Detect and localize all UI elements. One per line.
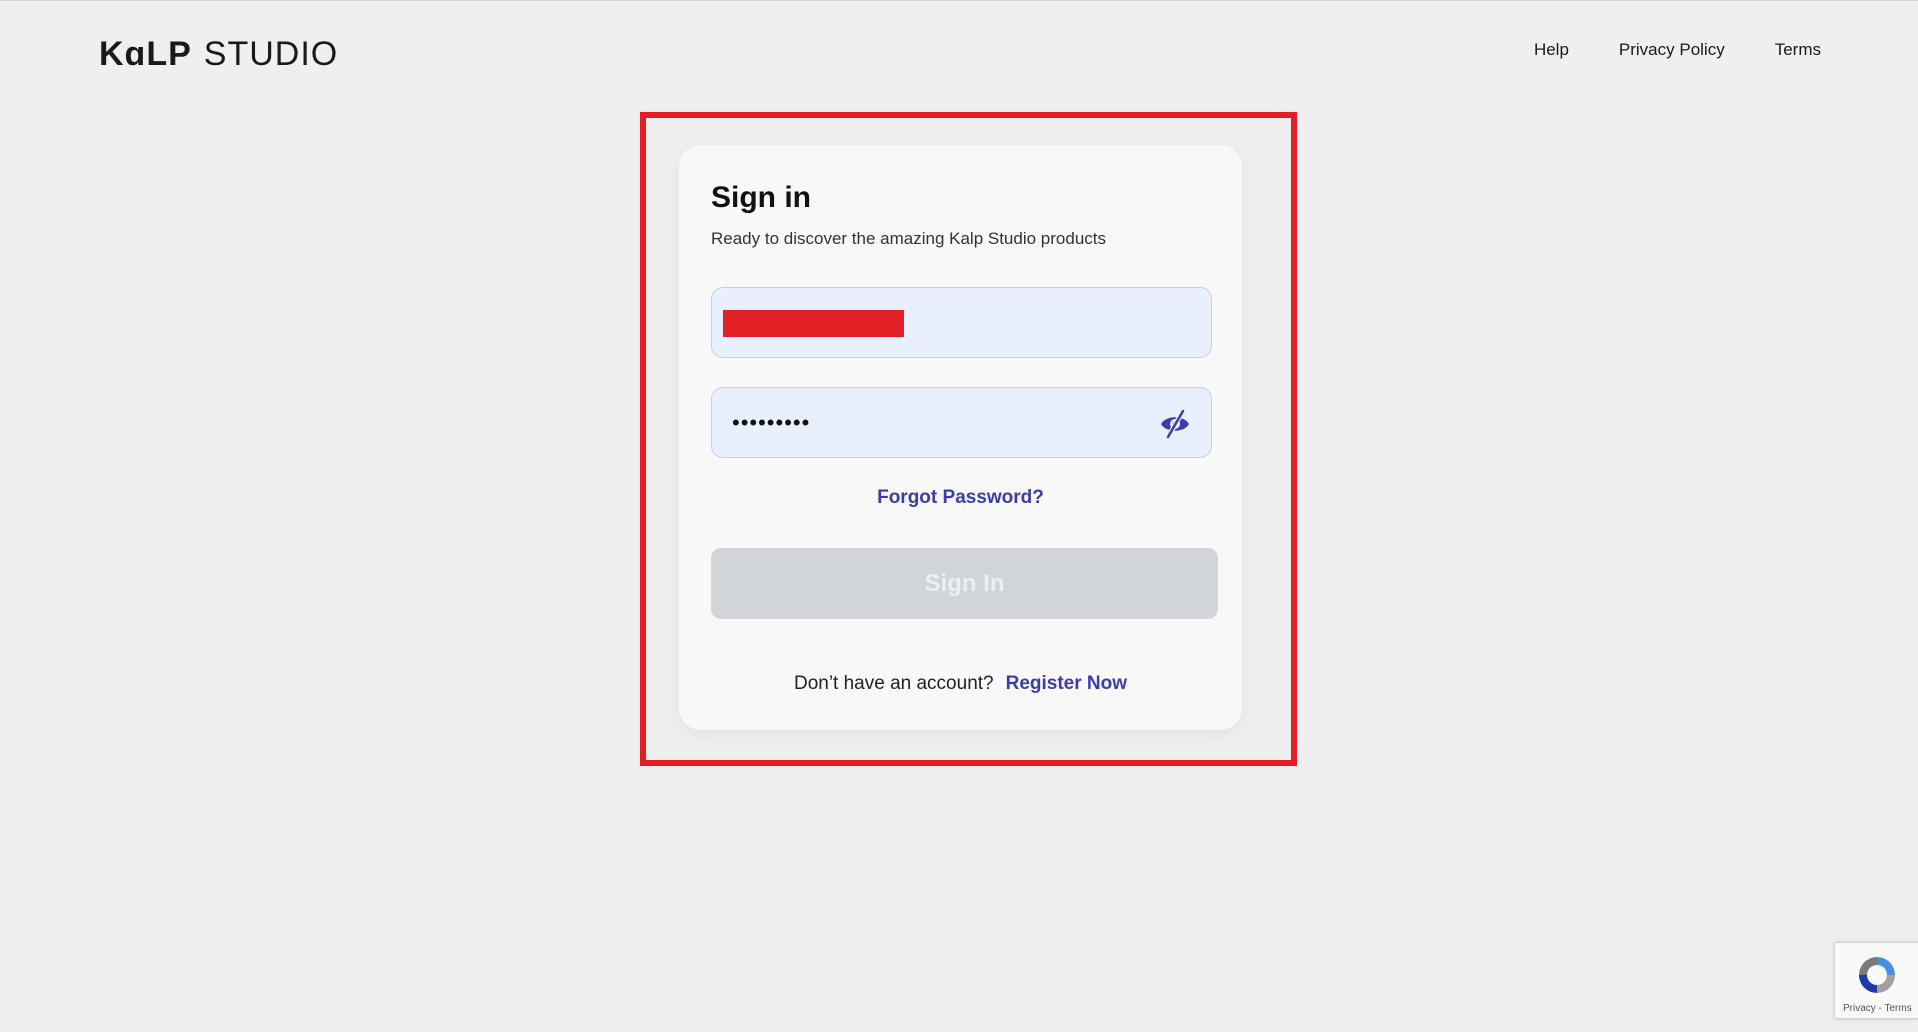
sign-in-button[interactable]: Sign In — [711, 548, 1218, 619]
email-field[interactable] — [711, 287, 1212, 358]
signin-card: Sign in Ready to discover the amazing Ka… — [679, 145, 1242, 730]
recaptcha-footer-links[interactable]: Privacy - Terms — [1843, 1003, 1912, 1014]
logo-wordmark-bold: KɑLP — [99, 35, 192, 73]
signin-title: Sign in — [711, 181, 811, 214]
recaptcha-icon — [1853, 951, 1901, 999]
register-prompt: Don’t have an account? — [793, 673, 994, 694]
recaptcha-badge[interactable]: Privacy - Terms — [1834, 942, 1918, 1019]
nav-link-terms[interactable]: Terms — [1775, 40, 1821, 60]
forgot-password-link[interactable]: Forgot Password? — [679, 487, 1242, 509]
eye-slash-icon[interactable] — [1159, 409, 1191, 439]
password-field[interactable] — [711, 387, 1212, 458]
nav-link-privacy-policy[interactable]: Privacy Policy — [1619, 40, 1725, 60]
signin-subtitle: Ready to discover the amazing Kalp Studi… — [711, 229, 1107, 248]
kalp-studio-logo[interactable]: KɑLP STUDIO — [99, 34, 338, 74]
redacted-email-block — [723, 310, 904, 337]
site-header: KɑLP STUDIO Help Privacy Policy Terms — [0, 0, 1918, 104]
register-now-link[interactable]: Register Now — [1006, 673, 1127, 695]
header-nav: Help Privacy Policy Terms — [1534, 40, 1821, 60]
nav-link-help[interactable]: Help — [1534, 40, 1569, 60]
logo-wordmark-light: STUDIO — [203, 35, 339, 73]
password-input[interactable] — [732, 388, 1152, 457]
register-row: Don’t have an account? Register Now — [679, 673, 1242, 695]
